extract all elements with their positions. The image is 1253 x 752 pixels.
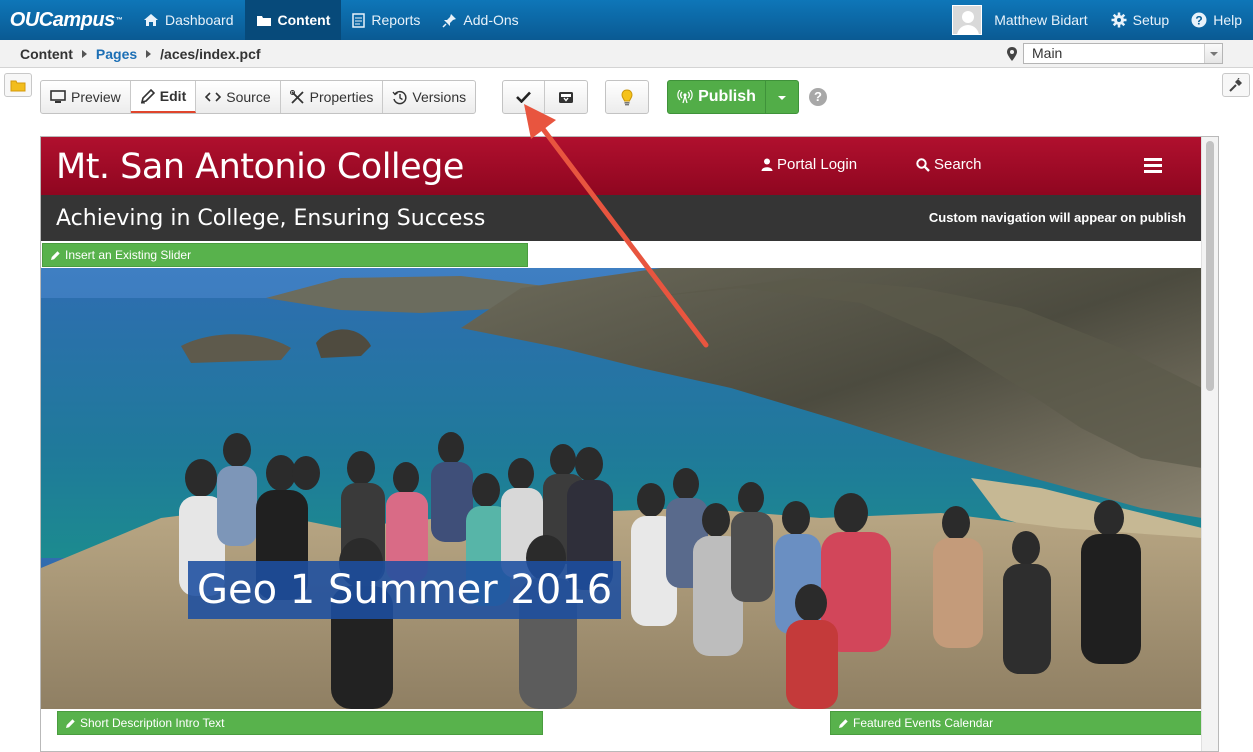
tagline: Achieving in College, Ensuring Success: [56, 206, 486, 231]
publish-label: Publish: [698, 88, 756, 105]
tab-source[interactable]: Source: [196, 81, 281, 113]
custom-navigation-note: Custom navigation will appear on publish: [928, 210, 1186, 225]
user-name[interactable]: Matthew Bidart: [994, 12, 1087, 28]
pencil-icon: [51, 250, 60, 260]
site-header: Mt. San Antonio College Portal Login Sea…: [41, 137, 1202, 195]
hero-photo: [41, 268, 1202, 709]
setup-menu[interactable]: Setup: [1100, 0, 1181, 40]
plug-icon: [1229, 78, 1242, 92]
hamburger-menu-icon[interactable]: [1144, 158, 1162, 173]
breadcrumb-current-file: /aces/index.pcf: [160, 45, 261, 62]
checkin-group: [502, 80, 588, 114]
hero-caption: Geo 1 Summer 2016: [188, 561, 622, 619]
tips-group: [605, 80, 649, 114]
breadcrumb-content[interactable]: Content: [20, 46, 73, 62]
user-icon: [761, 158, 773, 171]
code-icon: [205, 92, 222, 102]
pencil-icon: [66, 718, 75, 728]
help-icon: ?: [1191, 12, 1207, 28]
setup-label: Setup: [1132, 12, 1170, 28]
save-version-button[interactable]: [545, 81, 587, 113]
user-area: Matthew Bidart Setup ? Help: [952, 0, 1253, 40]
folder-icon: [10, 80, 26, 91]
search-label: Search: [934, 156, 982, 173]
archive-icon: [559, 92, 573, 103]
gadgets-toggle[interactable]: [1222, 73, 1250, 97]
portal-login-label: Portal Login: [777, 156, 858, 173]
insert-slider-edit-button[interactable]: Insert an Existing Slider: [42, 243, 528, 267]
tab-edit[interactable]: Edit: [130, 81, 197, 113]
avatar[interactable]: [952, 5, 983, 35]
page-editor-frame: Mt. San Antonio College Portal Login Sea…: [40, 136, 1219, 752]
nav-content[interactable]: Content: [244, 0, 342, 40]
history-icon: [392, 90, 407, 104]
broadcast-icon: [677, 90, 693, 104]
preview-scrollbar[interactable]: [1201, 137, 1218, 751]
help-label: Help: [1213, 12, 1242, 28]
monitor-icon: [50, 90, 66, 103]
tab-edit-label: Edit: [159, 88, 187, 104]
nav-reports-label: Reports: [371, 12, 421, 28]
nav-content-label: Content: [277, 12, 331, 28]
hero-image: Geo 1 Summer 2016: [41, 268, 1202, 709]
chevron-down-icon: [1204, 44, 1222, 63]
pencil-icon: [140, 88, 155, 103]
tab-preview[interactable]: Preview: [41, 81, 131, 113]
nav-dashboard-label: Dashboard: [165, 12, 234, 28]
events-calendar-edit-button[interactable]: Featured Events Calendar: [830, 711, 1202, 735]
portal-login-link[interactable]: Portal Login: [761, 156, 857, 173]
scrollbar-thumb[interactable]: [1206, 141, 1214, 391]
checkmark-icon: [516, 91, 531, 103]
environment-value: Main: [1032, 45, 1063, 61]
tips-button[interactable]: [606, 81, 648, 113]
breadcrumb-pages[interactable]: Pages: [96, 46, 137, 62]
report-icon: [352, 12, 366, 28]
tab-versions[interactable]: Versions: [383, 81, 475, 113]
environment-selector: Main: [1007, 43, 1223, 64]
insert-slider-label: Insert an Existing Slider: [65, 248, 192, 262]
tab-preview-label: Preview: [71, 89, 121, 105]
view-mode-tabs: Preview Edit Source Properties Versions: [40, 80, 477, 114]
pencil-icon: [839, 718, 848, 728]
trademark: ™: [115, 16, 123, 24]
publish-options-dropdown[interactable]: [766, 81, 798, 113]
help-menu[interactable]: ? Help: [1180, 0, 1253, 40]
nav-reports[interactable]: Reports: [341, 0, 431, 40]
home-icon: [144, 14, 158, 26]
folder-icon: [256, 15, 271, 26]
top-navigation: OUCampus ™ Dashboard Content Reports Add-…: [0, 0, 1253, 40]
intro-text-label: Short Description Intro Text: [80, 716, 225, 730]
breadcrumb-separator: [146, 49, 152, 58]
lightbulb-icon: [621, 88, 633, 105]
gear-icon: [1111, 12, 1127, 28]
nav-add-ons-label: Add-Ons: [463, 12, 519, 28]
site-search-link[interactable]: Search: [916, 156, 982, 173]
tab-properties-label: Properties: [309, 89, 374, 105]
question-mark-icon[interactable]: ?: [809, 88, 827, 106]
publish-button[interactable]: Publish: [668, 81, 766, 113]
map-marker-icon: [1007, 46, 1017, 61]
nav-dashboard[interactable]: Dashboard: [132, 0, 245, 40]
search-icon: [916, 157, 930, 172]
breadcrumb-separator: [81, 49, 87, 58]
environment-dropdown[interactable]: Main: [1023, 43, 1223, 64]
publish-split-button: Publish: [667, 80, 799, 114]
oucampus-logo[interactable]: OUCampus ™: [0, 0, 132, 40]
wrench-icon: [289, 89, 304, 104]
intro-text-edit-button[interactable]: Short Description Intro Text: [57, 711, 543, 735]
file-navigation-toggle[interactable]: [4, 73, 32, 97]
tagline-bar: Achieving in College, Ensuring Success C…: [41, 195, 1202, 241]
tab-properties[interactable]: Properties: [281, 81, 384, 113]
svg-text:?: ?: [1196, 14, 1203, 28]
breadcrumb: Content Pages /aces/index.pcf Main: [0, 40, 1253, 68]
check-in-button[interactable]: [503, 81, 545, 113]
pin-icon: [442, 13, 457, 28]
events-calendar-label: Featured Events Calendar: [853, 716, 994, 730]
tab-versions-label: Versions: [412, 89, 467, 105]
logo-text: OUCampus: [9, 8, 115, 31]
nav-add-ons[interactable]: Add-Ons: [431, 0, 529, 40]
tab-source-label: Source: [226, 89, 271, 105]
site-title[interactable]: Mt. San Antonio College: [56, 147, 464, 187]
